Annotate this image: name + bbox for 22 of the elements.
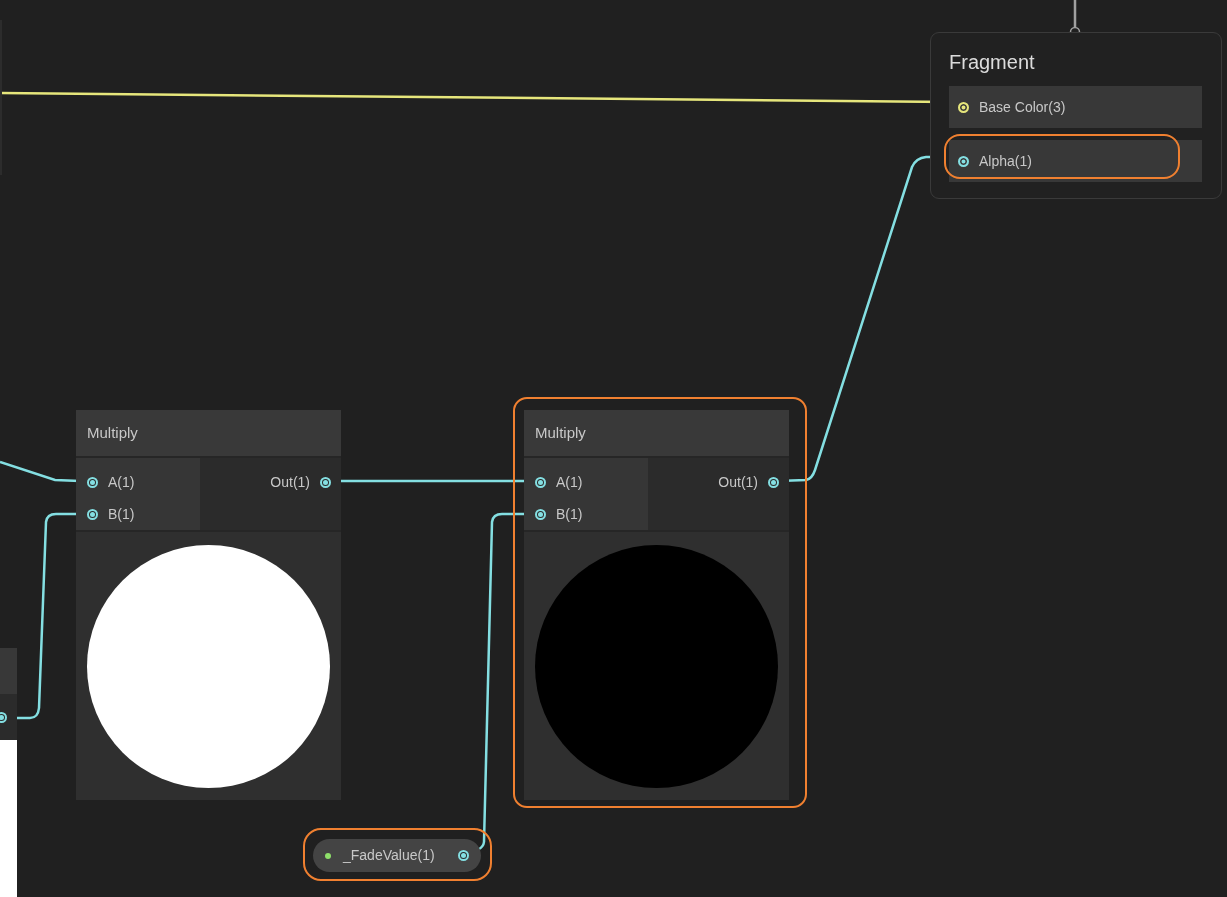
node-title: Multiply (76, 410, 341, 458)
port-label: Out(1) (718, 472, 758, 492)
port-label: B(1) (108, 504, 135, 524)
port-icon (87, 508, 98, 520)
port-icon (87, 476, 98, 488)
node-title: Multiply (524, 410, 789, 458)
property-node[interactable]: _FadeValue(1) (313, 839, 481, 872)
port-icon (535, 508, 546, 520)
connection-wire (1073, 0, 1077, 27)
port-label: A(1) (556, 472, 583, 492)
port-label: A(1) (108, 472, 135, 492)
dot-icon (325, 852, 331, 859)
port-icon (768, 476, 779, 488)
port-icon (320, 476, 331, 488)
port-row[interactable]: Alpha(1) (949, 140, 1202, 182)
port-icon (458, 850, 469, 861)
port-icon (535, 476, 546, 488)
port-row[interactable]: Base Color(3) (949, 86, 1202, 128)
node-title: Fragment (949, 50, 1036, 75)
port-label: B(1) (556, 504, 583, 524)
port-label: Out(1) (270, 472, 310, 492)
node-header (0, 648, 17, 694)
